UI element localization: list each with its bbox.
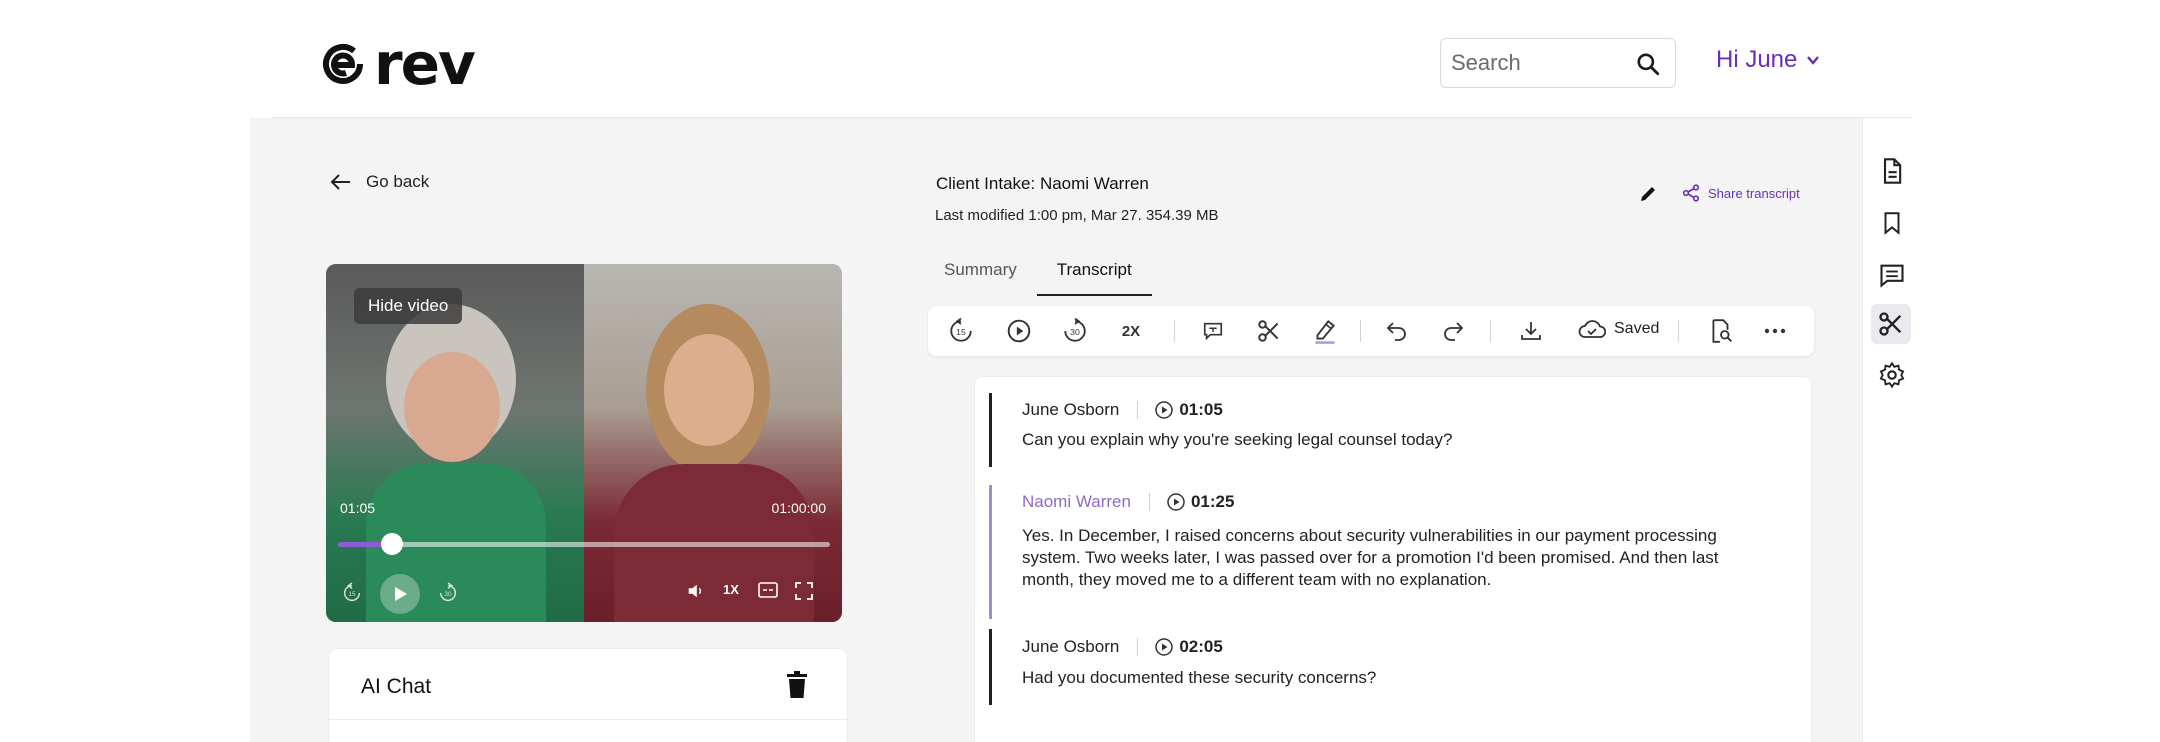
scissors-icon[interactable] — [1871, 304, 1911, 344]
highlighter-icon[interactable] — [1312, 318, 1338, 344]
tab-summary[interactable]: Summary — [924, 254, 1037, 296]
timestamp-label: 01:05 — [1179, 400, 1223, 419]
more-options-icon[interactable] — [1762, 318, 1788, 344]
skip-forward-label: 30 — [444, 591, 452, 598]
gear-icon[interactable] — [1877, 360, 1907, 390]
play-circle-icon[interactable] — [1006, 318, 1032, 344]
toolbar-divider — [1174, 320, 1175, 342]
svg-text:15: 15 — [956, 327, 966, 337]
skip-forward-icon: 30 — [439, 582, 457, 602]
hide-video-button[interactable]: Hide video — [354, 288, 463, 324]
right-rail — [1862, 118, 1912, 742]
ai-chat-title: AI Chat — [361, 675, 432, 698]
cut-icon[interactable] — [1256, 318, 1282, 344]
document-tabs: Summary Transcript — [924, 254, 1152, 296]
chevron-down-icon — [1807, 56, 1820, 65]
play-circle-icon — [1155, 638, 1174, 656]
toolbar-divider — [1490, 320, 1491, 342]
document-icon[interactable] — [1877, 156, 1907, 186]
comment-icon[interactable] — [1877, 260, 1907, 290]
undo-icon[interactable] — [1384, 318, 1410, 344]
segment-text[interactable]: Had you documented these security concer… — [1022, 667, 1762, 689]
transcript-segment[interactable]: June Osborn 01:05 Can you explain why yo… — [989, 393, 1762, 467]
play-icon — [395, 587, 407, 601]
video-frame-right — [584, 264, 842, 622]
timestamp-label: 02:05 — [1179, 637, 1223, 656]
segment-divider — [1137, 401, 1139, 419]
share-transcript-button[interactable]: Share transcript — [1682, 184, 1800, 202]
segment-text[interactable]: Can you explain why you're seeking legal… — [1022, 429, 1762, 451]
rewind-15-icon[interactable]: 15 — [948, 318, 974, 344]
ai-chat-divider — [329, 719, 849, 720]
pencil-icon[interactable] — [1638, 184, 1658, 209]
play-circle-icon — [1155, 401, 1174, 419]
rev-logo[interactable]: rev — [322, 30, 476, 98]
segment-text[interactable]: Yes. In December, I raised concerns abou… — [1022, 525, 1762, 591]
greeting-text: Hi June — [1716, 46, 1798, 73]
timestamp-label: 01:25 — [1190, 492, 1235, 511]
editor-toolbar: 15 30 2X Saved — [928, 306, 1814, 356]
toolbar-divider — [1678, 320, 1679, 342]
skip-forward-button[interactable]: 30 — [436, 582, 460, 604]
logo-text: rev — [374, 30, 476, 98]
skip-back-button[interactable]: 15 — [340, 582, 364, 604]
timestamp[interactable]: 01:05 — [1154, 400, 1223, 420]
saved-label: Saved — [1614, 320, 1660, 337]
segment-divider — [1148, 493, 1150, 511]
timestamp[interactable]: 02:05 — [1154, 637, 1223, 657]
toolbar-divider — [1360, 320, 1361, 342]
rev-logo-mark-icon — [323, 44, 363, 84]
video-scrubber[interactable] — [338, 533, 830, 555]
search-icon[interactable] — [1635, 51, 1661, 82]
svg-text:30: 30 — [1070, 327, 1080, 337]
speed-2x-button[interactable]: 2X — [1118, 318, 1144, 344]
play-circle-icon — [1167, 493, 1185, 511]
find-in-document-icon[interactable] — [1708, 318, 1734, 344]
volume-icon — [688, 584, 702, 598]
transcript-panel: June Osborn 01:05 Can you explain why yo… — [974, 376, 1812, 742]
insert-comment-icon[interactable] — [1200, 318, 1226, 344]
download-icon[interactable] — [1518, 318, 1544, 344]
captions-icon — [758, 582, 778, 598]
forward-30-icon[interactable]: 30 — [1062, 318, 1088, 344]
go-back-label: Go back — [366, 172, 430, 191]
saved-status: Saved — [1578, 318, 1659, 340]
skip-back-label: 15 — [348, 591, 356, 598]
tab-transcript[interactable]: Transcript — [1036, 254, 1152, 296]
timestamp[interactable]: 01:25 — [1166, 492, 1234, 512]
video-player[interactable]: Hide video 01:05 01:00:00 15 30 1X — [326, 264, 842, 622]
fullscreen-icon — [795, 582, 813, 600]
ai-chat-panel: AI Chat — [328, 648, 849, 742]
top-header: rev Hi June — [0, 0, 2160, 118]
arrow-left-icon — [330, 174, 350, 190]
video-play-button[interactable] — [380, 574, 420, 614]
captions-button[interactable] — [756, 582, 780, 598]
search-box[interactable] — [1440, 38, 1676, 88]
document-meta: Last modified 1:00 pm, Mar 27. 354.39 MB — [935, 207, 1219, 224]
share-transcript-label: Share transcript — [1708, 185, 1800, 201]
go-back-link[interactable]: Go back — [330, 172, 429, 192]
user-menu[interactable]: Hi June — [1716, 46, 1821, 74]
speaker-name[interactable]: June Osborn — [1022, 400, 1119, 420]
video-total-time: 01:00:00 — [771, 500, 827, 516]
speaker-name[interactable]: June Osborn — [1022, 637, 1119, 657]
bookmark-icon[interactable] — [1877, 208, 1907, 238]
document-title: Client Intake: Naomi Warren — [936, 174, 1149, 193]
segment-divider — [1137, 638, 1139, 656]
video-current-time: 01:05 — [340, 500, 376, 516]
speaker-name[interactable]: Naomi Warren — [1022, 492, 1131, 512]
fullscreen-button[interactable] — [792, 582, 816, 600]
transcript-segment-active[interactable]: Naomi Warren 01:25 Yes. In December, I r… — [989, 485, 1762, 619]
volume-button[interactable] — [684, 582, 706, 600]
video-scrubber-handle[interactable] — [381, 533, 404, 555]
transcript-segment[interactable]: June Osborn 02:05 Had you documented the… — [989, 629, 1762, 705]
trash-icon[interactable] — [785, 671, 809, 704]
redo-icon[interactable] — [1440, 318, 1466, 344]
share-icon — [1682, 184, 1700, 202]
skip-back-icon: 15 — [343, 582, 361, 602]
playback-speed-button[interactable]: 1X — [720, 582, 742, 597]
search-input[interactable] — [1451, 50, 1631, 76]
cloud-check-icon — [1578, 320, 1606, 338]
